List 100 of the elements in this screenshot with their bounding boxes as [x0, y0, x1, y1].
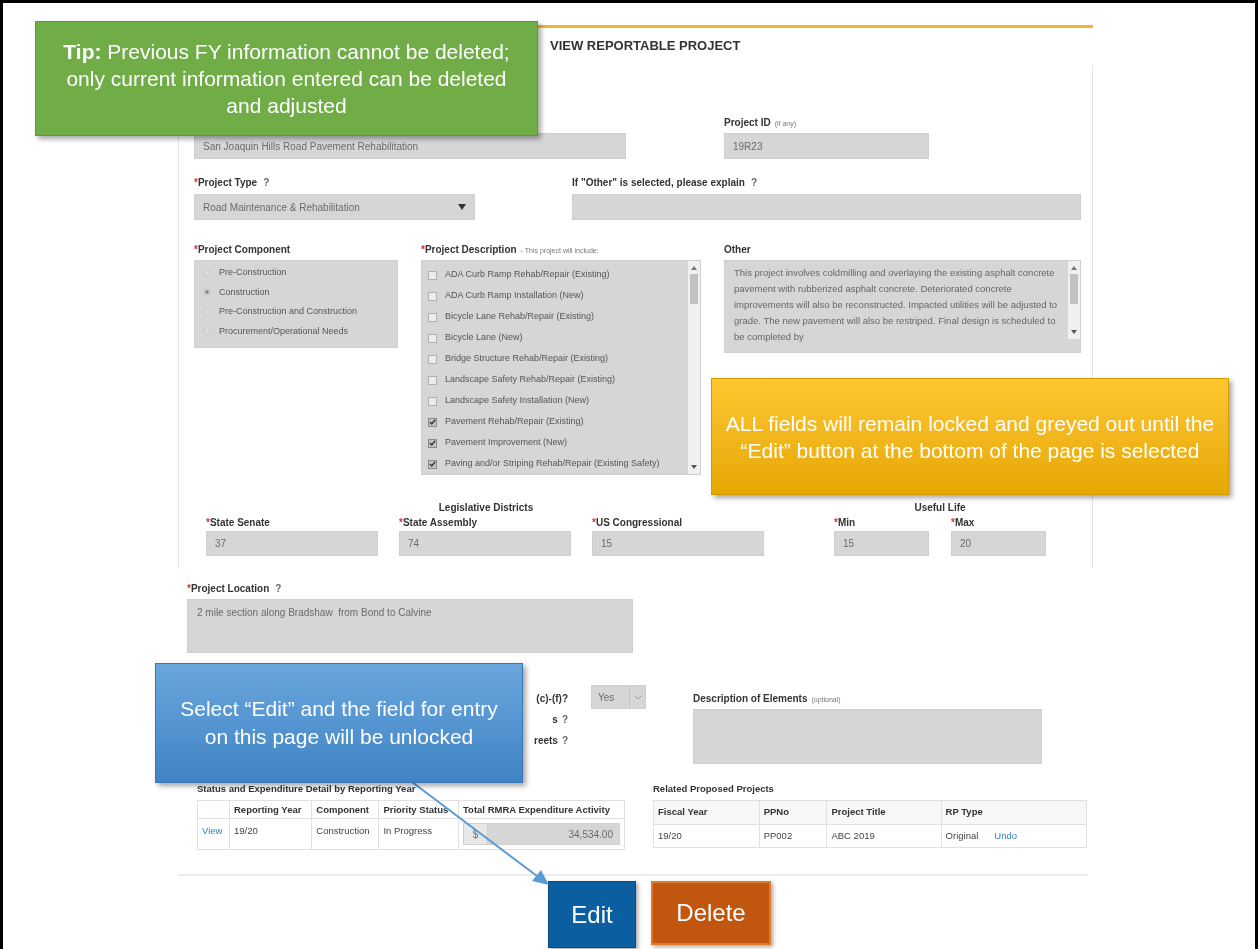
field-label: *Project Location	[187, 582, 270, 596]
project-id-field[interactable]: 19R23	[724, 133, 929, 159]
checkbox[interactable]	[428, 417, 437, 427]
column-header: Total RMRA Expenditure Activity	[458, 800, 625, 819]
checkbox[interactable]	[428, 438, 437, 448]
table-cell: Original	[945, 828, 979, 843]
column-header: Component	[311, 800, 379, 819]
table-cell: In Progress	[378, 818, 459, 850]
field-label: *Max	[951, 516, 975, 530]
table-title: Related Proposed Projects	[653, 782, 775, 796]
scroll-thumb[interactable]	[1070, 274, 1078, 304]
table-cell: Construction	[311, 818, 379, 850]
required-mark: *	[187, 583, 191, 594]
undo-link[interactable]: Undo	[994, 828, 1018, 843]
page-title: VIEW REPORTABLE PROJECT	[549, 37, 742, 55]
scroll-up-icon[interactable]	[690, 264, 698, 272]
warning-callout: ALL fields will remain locked and greyed out until the “Edit” button at the bottom of the page is selected	[711, 378, 1229, 495]
question-text: (c)-(f)?	[536, 692, 568, 706]
field-label: *Project Component	[194, 243, 291, 257]
radio-label: Procurement/Operational Needs	[219, 324, 349, 338]
required-mark: *	[592, 517, 596, 528]
field-label: *State Assembly	[399, 516, 477, 530]
column-header: Project Title	[826, 800, 942, 824]
table-cell: 19/20	[229, 818, 312, 850]
radio-button[interactable]	[203, 288, 211, 297]
answer-select[interactable]: Yes	[591, 685, 646, 709]
column-header: Priority Status	[378, 800, 459, 819]
required-mark: *	[194, 177, 198, 188]
scroll-thumb[interactable]	[690, 274, 698, 304]
radio-label: Pre-Construction and Construction	[219, 305, 358, 318]
field-label: Other	[724, 243, 751, 257]
field-label: Project ID	[724, 116, 771, 130]
district-field[interactable]: 74	[399, 531, 571, 556]
column-header: Reporting Year	[229, 800, 312, 819]
required-mark: *	[834, 517, 838, 528]
required-mark: *	[421, 244, 425, 255]
radio-label: Pre-Construction	[219, 266, 287, 279]
group-heading: Useful Life	[913, 501, 967, 514]
checkbox-label: Pavement Rehab/Repair (Existing)	[445, 415, 584, 429]
required-mark: *	[399, 517, 403, 528]
edit-button[interactable]: Edit	[548, 881, 636, 948]
column-header: PPNo	[759, 800, 827, 824]
checkbox[interactable]	[428, 396, 437, 406]
checkbox[interactable]	[428, 354, 437, 364]
other-textarea[interactable]: This project involves coldmilling and overlaying the existing asphalt concrete pavement with rubberized asphalt concrete. Deteriorated concrete improvements will also be reconstructed. Impacted utilities will be adjusted to grade. The new pavement will also be restriped. Final design is scheduled to be completed by	[724, 260, 1081, 353]
checkbox-label: ADA Curb Ramp Rehab/Repair (Existing)	[445, 268, 610, 282]
help-icon[interactable]: ?	[750, 175, 757, 190]
required-mark: *	[206, 517, 210, 528]
field-label: *Project Description	[421, 243, 517, 257]
scroll-up-icon[interactable]	[1070, 264, 1078, 272]
explain-field[interactable]	[572, 194, 1081, 220]
useful-life-field[interactable]: 20	[951, 531, 1046, 556]
checkbox[interactable]	[428, 333, 437, 343]
help-icon[interactable]: ?	[263, 175, 270, 190]
help-icon[interactable]: ?	[561, 712, 568, 727]
scrollbar[interactable]	[1068, 261, 1080, 339]
checkbox[interactable]	[428, 459, 437, 469]
required-mark: *	[951, 517, 955, 528]
district-field[interactable]: 37	[206, 531, 378, 556]
useful-life-field[interactable]: 15	[834, 531, 929, 556]
project-type-select[interactable]: Road Maintenance & Rehabilitation	[194, 194, 475, 220]
table-title: Status and Expenditure Detail by Reporting Year	[197, 782, 417, 796]
checkbox-label: Paving and/or Striping Rehab/Repair (Existing Safety)	[445, 457, 660, 471]
field-label: If "Other" is selected, please explain	[572, 176, 745, 190]
checkbox[interactable]	[428, 375, 437, 385]
instruction-callout: Select “Edit” and the field for entry on this page will be unlocked	[155, 663, 523, 783]
help-icon[interactable]: ?	[275, 581, 282, 596]
district-field[interactable]: 15	[592, 531, 764, 556]
column-header: RP Type	[941, 800, 1087, 824]
checkbox-label: ADA Curb Ramp Installation (New)	[445, 289, 584, 303]
field-label: *US Congressional	[592, 516, 683, 530]
table-cell: ABC 2019	[831, 828, 875, 843]
field-label: Description of Elements	[693, 692, 808, 706]
question-text: s	[552, 713, 558, 727]
location-textarea[interactable]: 2 mile section along Bradshaw from Bond to Calvine	[187, 599, 633, 653]
chevron-icon	[633, 694, 642, 700]
checkbox-label: Landscape Safety Rehab/Repair (Existing)	[445, 373, 616, 387]
group-heading: Legislative Districts	[437, 501, 535, 514]
checkbox-label: Landscape Safety Installation (New)	[445, 394, 590, 408]
checkbox[interactable]	[428, 291, 437, 301]
scroll-down-icon[interactable]	[1070, 328, 1078, 336]
table-cell: 19/20	[658, 828, 682, 843]
required-mark: *	[194, 244, 198, 255]
checkbox-label: Bicycle Lane Rehab/Repair (Existing)	[445, 310, 595, 324]
field-label: *Min	[834, 516, 856, 530]
checkbox[interactable]	[428, 312, 437, 322]
caret-icon	[458, 204, 466, 210]
checkbox-label: Pavement Improvement (New)	[445, 436, 568, 450]
scrollbar[interactable]	[688, 261, 700, 474]
field-label: *Project Type	[194, 176, 258, 190]
checkbox-label: Bicycle Lane (New)	[445, 331, 523, 345]
checkbox[interactable]	[428, 270, 437, 280]
column-header: Fiscal Year	[653, 800, 760, 824]
scroll-down-icon[interactable]	[690, 463, 698, 471]
checkbox-label: Bridge Structure Rehab/Repair (Existing)	[445, 352, 609, 366]
delete-button[interactable]: Delete	[651, 881, 771, 945]
question-text: reets	[534, 734, 558, 748]
table-cell: PP002	[763, 828, 793, 843]
help-icon[interactable]: ?	[561, 733, 568, 748]
elements-textarea[interactable]	[693, 709, 1042, 764]
